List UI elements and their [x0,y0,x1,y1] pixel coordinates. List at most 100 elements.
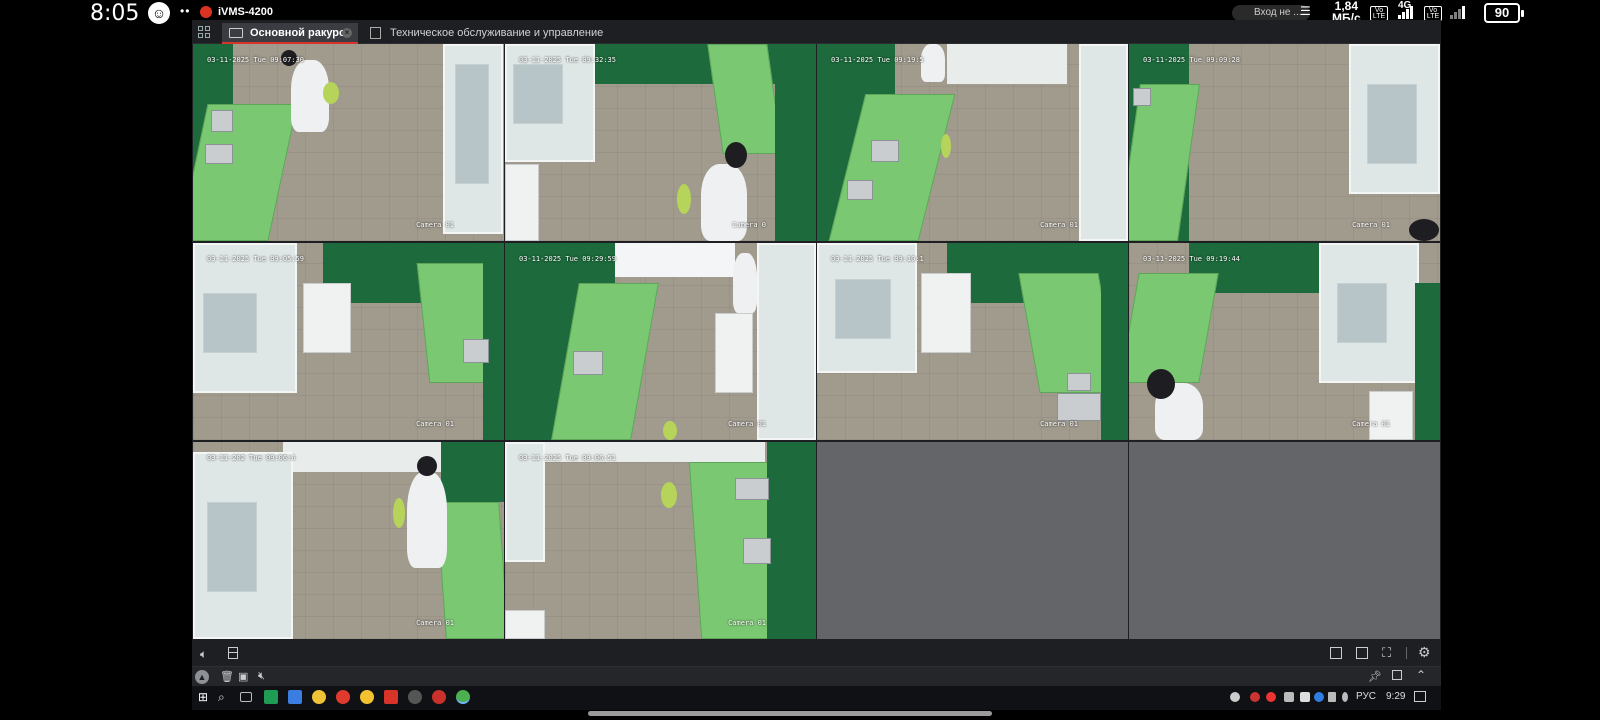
windows-taskbar: ⊞ ⌕ РУС 9:29 [192,686,1441,710]
chrome-icon[interactable] [456,690,470,704]
status-toolbar: ▲ 🗑︎ ▣ 🔇︎ 📌︎ ⌃ [192,666,1441,686]
volte-badge-2: Vo LTE [1424,6,1442,21]
camera-name: Camera 01 [416,221,454,229]
image-icon[interactable]: ▣ [238,670,248,683]
speaker-icon[interactable]: 🔈︎ [200,647,207,662]
camera-timestamp: 03-11-2025 Tue 09:10:1 [831,255,924,263]
pdf-icon[interactable] [384,690,398,704]
window-mode-icon[interactable] [1356,647,1368,659]
alert-icon[interactable]: ▲ [195,670,209,684]
video-icon [229,28,243,38]
chevron-up-icon[interactable]: ⌃ [1416,668,1426,682]
camera-name: Camera 01 [1352,420,1390,428]
opera-icon[interactable] [336,690,350,704]
mute-icon[interactable]: 🔇︎ [258,670,265,683]
camera-tile[interactable]: 03-11-2025 Tue 09:29:59 Camera 01 [505,243,816,440]
people-icon[interactable] [1230,692,1240,702]
app-name: iVMS-4200 [218,6,274,18]
camera-feed [505,442,816,639]
camera-timestamp: 03-11-202 Tue 09:06:6 [207,454,296,462]
tray-icon-3[interactable] [1300,692,1310,702]
word-icon[interactable] [288,690,302,704]
input-language[interactable]: РУС [1356,691,1376,702]
camera-name: Camera 0 [732,221,766,229]
bluetooth-icon[interactable] [1314,692,1324,702]
pin-icon[interactable]: 📌︎ [1368,670,1382,683]
camera-feed [1129,44,1440,241]
camera-timestamp: 03-11-2025 Tue 09:09:28 [1143,56,1240,64]
camera-timestamp: 03-11-2025 Tue 09:29:59 [519,255,616,263]
document-icon [370,27,381,39]
camera-feed [817,243,1128,440]
restore-icon[interactable] [1392,670,1402,680]
network-icon[interactable] [1328,692,1336,702]
settings-app-icon[interactable] [408,690,422,704]
signal-icon-2 [1450,5,1466,19]
volte-badge-1: Vo LTE [1370,6,1388,21]
camera-tile[interactable]: 03-11-202 Tue 09:06:6 Camera 01 [193,442,504,639]
camera-name: Camera 01 [1040,221,1078,229]
tab-main-view[interactable]: Основной ракурс × [222,23,358,44]
media-icon[interactable] [360,690,374,704]
camera-feed [1129,243,1440,440]
excel-icon[interactable] [264,690,278,704]
clock: 8:05 [90,1,140,26]
fullscreen-icon[interactable]: ⛶ [1382,645,1391,661]
camera-name: Camera 01 [416,420,454,428]
camera-tile[interactable]: 03-11-2025 Tue 09:06:51 Camera 01 [505,442,816,639]
ivms-window: Основной ракурс × Техническое обслуживан… [192,20,1441,710]
camera-timestamp: 03-11-2025 Tue 09:19:5 [831,56,924,64]
notifications-icon[interactable] [1414,691,1426,702]
camera-name: Camera 01 [728,420,766,428]
window-layout-icon[interactable] [1330,647,1342,659]
list-icon: ☰ [1300,4,1311,18]
camera-feed [505,44,816,241]
tab-bar: Основной ракурс × Техническое обслуживан… [192,20,1441,44]
tab-label: Техническое обслуживание и управление [390,27,604,39]
camera-tile[interactable]: 03-11-2025 Tue 09:19:5 Camera 01 [817,44,1128,241]
empty-camera-slot[interactable] [1129,442,1440,639]
tab-label: Основной ракурс [250,27,346,39]
search-icon[interactable]: ⌕ [218,690,232,704]
more-notifications-icon: •• [180,4,191,18]
volume-icon[interactable] [1342,692,1348,702]
trash-icon[interactable]: 🗑︎ [220,670,234,683]
camera-feed [817,44,1128,241]
camera-feed [505,243,816,440]
camera-tile[interactable]: 03-11-2025 Tue 09:09:28 Camera 01 [1129,44,1440,241]
tray-icon-1[interactable] [1250,692,1260,702]
toolbar-divider [1406,647,1407,659]
gesture-navigation-bar[interactable] [588,711,992,716]
camera-tile[interactable]: 03-11-2025 Tue 09:07:30 Camera 01 [193,44,504,241]
camera-tile[interactable]: 03-11-2025 Tue 09:32:35 Camera 0 [505,44,816,241]
camera-tile[interactable]: 03-11-2025 Tue 09:19:44 Camera 01 [1129,243,1440,440]
camera-name: Camera 01 [1352,221,1390,229]
yandex-browser-icon[interactable] [312,690,326,704]
ivms-taskbar-icon[interactable] [432,690,446,704]
camera-name: Camera 01 [416,619,454,627]
empty-camera-slot[interactable] [817,442,1128,639]
tray-icon-2[interactable] [1266,692,1276,702]
task-view-icon[interactable] [240,692,252,702]
signal-icon-1 [1398,5,1414,19]
camera-timestamp: 03-11-2025 Tue 09:19:44 [1143,255,1240,263]
usb-icon[interactable] [1284,692,1294,702]
gear-icon[interactable]: ⚙ [1418,644,1431,661]
camera-tile[interactable]: 03-11-2025 Tue 09:05:59 Camera 01 [193,243,504,440]
close-tab-icon[interactable]: × [342,28,352,38]
camera-timestamp: 03-11-2025 Tue 09:05:59 [207,255,304,263]
camera-timestamp: 03-11-2025 Tue 09:32:35 [519,56,616,64]
taskbar-clock[interactable]: 9:29 [1386,691,1405,702]
camera-timestamp: 03-11-2025 Tue 09:07:30 [207,56,304,64]
camera-feed [193,243,504,440]
storage-icon[interactable] [228,647,238,659]
camera-name: Camera 01 [728,619,766,627]
video-grid: 03-11-2025 Tue 09:07:30 Camera 01 03-11-… [192,44,1441,640]
messenger-notification-icon: ☺ [148,2,170,24]
windows-start-icon[interactable]: ⊞ [198,690,212,704]
tab-maintenance[interactable]: Техническое обслуживание и управление [368,23,603,44]
ivms-app-icon [200,6,212,18]
camera-tile[interactable]: 03-11-2025 Tue 09:10:1 Camera 01 [817,243,1128,440]
camera-feed [193,44,504,241]
main-menu-icon[interactable] [198,26,210,38]
